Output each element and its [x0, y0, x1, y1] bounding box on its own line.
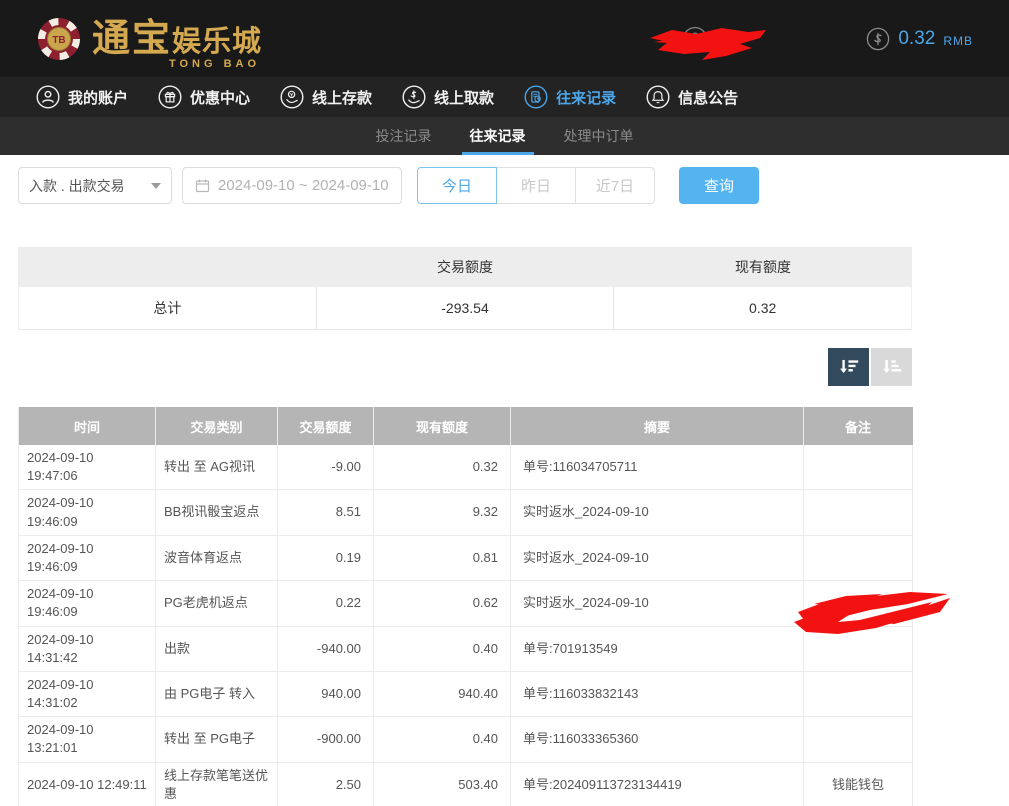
table-header-row: 时间 交易类别 交易额度 现有额度 摘要 备注 — [19, 407, 913, 445]
balance-display[interactable]: 0.32 RMB — [866, 27, 973, 51]
col-summary: 摘要 — [511, 407, 804, 445]
col-type: 交易类别 — [156, 407, 278, 445]
sort-descending-button[interactable] — [828, 348, 869, 386]
date-range-value: 2024-09-10 ~ 2024-09-10 — [218, 177, 389, 194]
summary-col-balance: 现有额度 — [614, 247, 912, 287]
date-range-input[interactable]: 2024-09-10 ~ 2024-09-10 — [182, 167, 402, 204]
nav-item-records[interactable]: 往来记录 — [524, 85, 616, 109]
transaction-type-select[interactable]: 入款 . 出款交易 — [18, 167, 172, 204]
summary-total-label: 总计 — [19, 287, 317, 329]
tab-betting-records[interactable]: 投注记录 — [374, 117, 434, 155]
dollar-coin-icon — [866, 27, 890, 51]
balance-amount: 0.32 — [898, 28, 935, 50]
transaction-type-value: 入款 . 出款交易 — [29, 176, 125, 196]
record-subtabs: 投注记录 往来记录 处理中订单 — [0, 117, 1009, 155]
svg-text:TB: TB — [52, 35, 65, 46]
poker-chip-icon: TB — [36, 16, 82, 62]
nav-item-promotions[interactable]: 优惠中心 — [158, 85, 250, 109]
gift-icon — [158, 85, 182, 109]
sort-descending-icon — [836, 354, 862, 380]
sort-ascending-button[interactable] — [871, 348, 912, 386]
nav-label: 信息公告 — [678, 87, 738, 108]
top-header: TB 通宝 娱乐城 TONG BAO 0.32 — [0, 0, 1009, 77]
summary-total-row: 总计 -293.54 0.32 — [18, 287, 912, 330]
calendar-icon — [195, 178, 210, 193]
brand-name-primary: 通宝 — [92, 20, 172, 58]
sort-ascending-icon — [879, 354, 905, 380]
filter-bar: 入款 . 出款交易 2024-09-10 ~ 2024-09-10 今日 昨日 … — [18, 167, 912, 204]
table-row: 2024-09-10 14:31:42 出款 -940.00 0.40 单号:7… — [19, 626, 913, 671]
main-navigation: 我的账户 优惠中心 线上存款 — [0, 77, 1009, 117]
brand-logo[interactable]: TB 通宝 娱乐城 TONG BAO — [36, 16, 262, 62]
user-avatar-icon — [682, 26, 708, 52]
summary-col-blank — [18, 247, 316, 287]
brand-name-en: TONG BAO — [169, 59, 260, 70]
tab-processing-orders[interactable]: 处理中订单 — [562, 117, 636, 155]
table-row: 2024-09-10 13:21:01 转出 至 PG电子 -900.00 0.… — [19, 717, 913, 762]
summary-total-amount: -293.54 — [317, 287, 615, 329]
nav-label: 线上取款 — [434, 87, 494, 108]
table-row: 2024-09-10 12:49:11 线上存款笔笔送优惠 2.50 503.4… — [19, 762, 913, 806]
nav-label: 优惠中心 — [190, 87, 250, 108]
table-row: 2024-09-10 19:47:06 转出 至 AG视讯 -9.00 0.32… — [19, 445, 913, 490]
chevron-down-icon — [151, 183, 161, 189]
summary-col-amount: 交易额度 — [316, 247, 614, 287]
deposit-icon — [280, 85, 304, 109]
table-row: 2024-09-10 19:46:09 波音体育返点 0.19 0.81 实时返… — [19, 535, 913, 580]
brand-name: 通宝 娱乐城 TONG BAO — [92, 20, 262, 58]
bell-icon — [646, 85, 670, 109]
records-icon — [524, 85, 548, 109]
tab-transaction-records[interactable]: 往来记录 — [468, 117, 528, 155]
nav-item-announcements[interactable]: 信息公告 — [646, 85, 738, 109]
transactions-table: 时间 交易类别 交易额度 现有额度 摘要 备注 2024-09-10 19:47… — [18, 407, 913, 806]
nav-item-withdraw[interactable]: 线上取款 — [402, 85, 494, 109]
search-button[interactable]: 查询 — [679, 167, 759, 204]
withdraw-icon — [402, 85, 426, 109]
last7days-button[interactable]: 近7日 — [575, 167, 655, 204]
col-amount: 交易额度 — [278, 407, 374, 445]
quick-date-buttons: 今日 昨日 近7日 — [417, 167, 655, 204]
col-time: 时间 — [19, 407, 156, 445]
nav-item-my-account[interactable]: 我的账户 — [36, 85, 128, 109]
brand-name-secondary: 娱乐城 — [172, 28, 262, 57]
col-balance: 现有额度 — [374, 407, 511, 445]
user-icon — [36, 85, 60, 109]
nav-label: 往来记录 — [556, 87, 616, 108]
col-remark: 备注 — [804, 407, 913, 445]
summary-header-row: 交易额度 现有额度 — [18, 247, 912, 287]
nav-item-deposit[interactable]: 线上存款 — [280, 85, 372, 109]
sort-controls — [18, 348, 912, 386]
yesterday-button[interactable]: 昨日 — [496, 167, 576, 204]
summary-total-balance: 0.32 — [614, 287, 911, 329]
nav-label: 我的账户 — [68, 87, 128, 108]
username-area[interactable] — [682, 17, 810, 61]
table-row: 2024-09-10 14:31:02 由 PG电子 转入 940.00 940… — [19, 671, 913, 716]
balance-currency: RMB — [943, 30, 973, 48]
summary-table: 交易额度 现有额度 总计 -293.54 0.32 — [18, 247, 912, 330]
today-button[interactable]: 今日 — [417, 167, 497, 204]
nav-label: 线上存款 — [312, 87, 372, 108]
page: TB 通宝 娱乐城 TONG BAO 0.32 — [0, 0, 1009, 806]
table-row: 2024-09-10 19:46:09 PG老虎机返点 0.22 0.62 实时… — [19, 581, 913, 626]
table-row: 2024-09-10 19:46:09 BB视讯骰宝返点 8.51 9.32 实… — [19, 490, 913, 535]
